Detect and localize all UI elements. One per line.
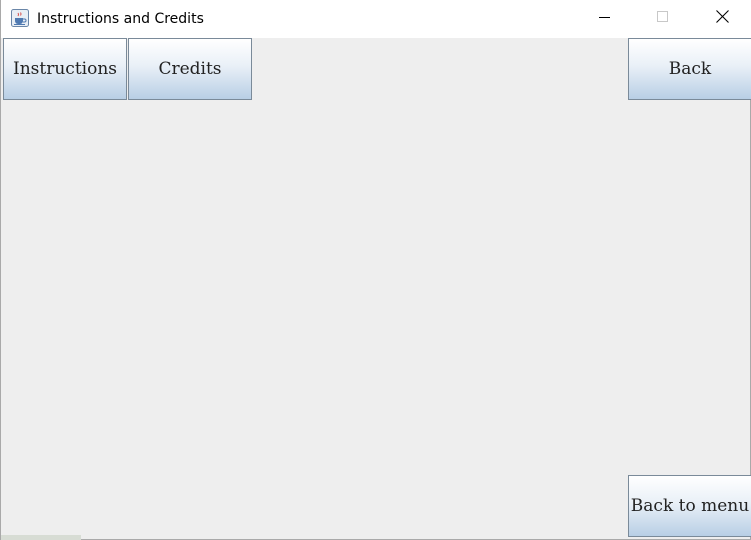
credits-button[interactable]: Credits [128, 38, 252, 100]
back-to-menu-button-label: Back to menu [630, 496, 750, 516]
back-button-label: Back [668, 59, 712, 79]
title-bar[interactable]: Instructions and Credits [1, 0, 751, 38]
maximize-button[interactable] [634, 0, 692, 38]
instructions-button-label: Instructions [13, 59, 117, 79]
back-to-menu-button[interactable]: Back to menu [628, 475, 751, 537]
maximize-icon [657, 10, 669, 28]
java-coffee-cup-icon [11, 9, 29, 27]
close-icon [715, 10, 729, 28]
instructions-button[interactable]: Instructions [3, 38, 127, 100]
app-window: Instructions and Credits Instructions Cr… [0, 0, 751, 540]
credits-button-label: Credits [158, 59, 222, 79]
window-title: Instructions and Credits [37, 11, 204, 27]
minimize-icon [599, 10, 611, 28]
minimize-button[interactable] [576, 0, 634, 38]
close-button[interactable] [693, 0, 751, 38]
back-button[interactable]: Back [628, 38, 751, 100]
background-window-fragment [1, 535, 81, 540]
